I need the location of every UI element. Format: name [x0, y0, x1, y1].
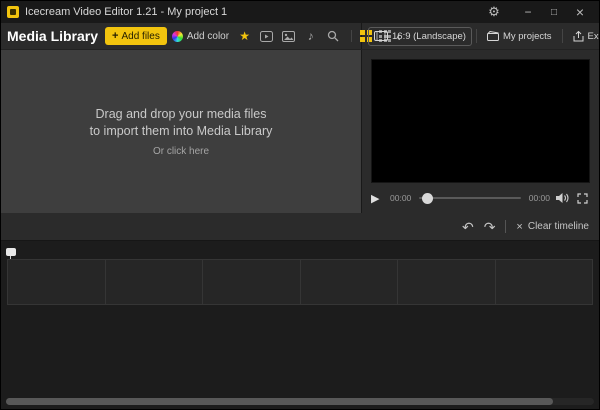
media-library-title: Media Library [7, 28, 99, 44]
clear-timeline-button[interactable]: × Clear timeline [516, 221, 589, 233]
timeline-scrollbar[interactable] [6, 398, 594, 405]
current-time: 00:00 [390, 193, 412, 203]
settings-gear-icon[interactable]: ⚙ [481, 1, 507, 23]
window-title: Icecream Video Editor 1.21 - My project … [25, 6, 228, 18]
window-controls: ⚙ − □ × [481, 1, 593, 23]
color-wheel-icon [171, 30, 183, 42]
app-logo-icon [7, 6, 19, 18]
maximize-button[interactable]: □ [541, 1, 567, 23]
dropzone-text: Drag and drop your media files [95, 106, 267, 121]
search-icon[interactable] [325, 28, 340, 45]
my-projects-label: My projects [502, 30, 552, 42]
timeline-area[interactable] [1, 241, 599, 409]
clear-x-icon: × [516, 220, 523, 233]
titlebar: Icecream Video Editor 1.21 - My project … [1, 1, 599, 23]
library-filter-tabs: ★ ♪ [237, 28, 340, 45]
add-files-label: Add files [121, 30, 160, 42]
header-separator [561, 29, 563, 43]
clear-timeline-label: Clear timeline [527, 221, 589, 232]
main-row: Drag and drop your media files to import… [1, 50, 599, 213]
playhead-handle[interactable] [6, 248, 16, 256]
video-filter-icon[interactable] [259, 28, 274, 45]
timeline-cell[interactable] [8, 260, 106, 304]
export-icon [573, 30, 584, 41]
timeline-cell[interactable] [398, 260, 496, 304]
favorites-star-icon[interactable]: ★ [237, 28, 252, 45]
media-library-header: Media Library + Add files Add color ★ ♪ [1, 23, 401, 49]
fullscreen-icon[interactable] [575, 192, 590, 204]
aspect-ratio-label: 16:9 (Landscape) [392, 30, 466, 42]
aspect-ratio-button[interactable]: 16:9 (Landscape) [368, 26, 472, 46]
scrollbar-thumb[interactable] [6, 398, 553, 405]
export-video-button[interactable]: Export video [567, 27, 599, 46]
export-video-label: Export video [587, 30, 599, 42]
undo-icon[interactable]: ↶ [462, 220, 474, 234]
music-filter-icon[interactable]: ♪ [303, 28, 318, 45]
add-files-button[interactable]: + Add files [105, 27, 167, 45]
app-window: Icecream Video Editor 1.21 - My project … [0, 0, 600, 410]
volume-icon[interactable] [555, 192, 570, 204]
play-button[interactable]: ▶ [371, 192, 385, 205]
timeline-cell[interactable] [203, 260, 301, 304]
dropzone-click-hint[interactable]: Or click here [153, 146, 209, 157]
add-color-button[interactable]: Add color [171, 27, 230, 45]
timeline-cell[interactable] [106, 260, 203, 304]
timeline-cell[interactable] [301, 260, 398, 304]
header-row: Media Library + Add files Add color ★ ♪ [1, 23, 599, 50]
minimize-button[interactable]: − [515, 1, 541, 23]
timeline-cell[interactable] [496, 260, 593, 304]
image-filter-icon[interactable] [281, 28, 296, 45]
plus-icon: + [112, 30, 119, 42]
add-color-label: Add color [186, 30, 230, 42]
seek-bar[interactable] [419, 192, 521, 204]
close-button[interactable]: × [567, 1, 593, 23]
timeline-toolbar: ↶ ↷ × Clear timeline [1, 213, 599, 241]
preview-panel: ▶ 00:00 00:00 [362, 50, 599, 213]
toolbar-separator [505, 220, 507, 233]
video-preview-screen [371, 59, 590, 183]
aspect-icon [374, 31, 388, 41]
my-projects-button[interactable]: My projects [481, 27, 558, 46]
playback-controls: ▶ 00:00 00:00 [362, 183, 599, 213]
total-time: 00:00 [528, 193, 550, 203]
media-dropzone[interactable]: Drag and drop your media files to import… [1, 50, 362, 213]
dropzone-text: to import them into Media Library [89, 123, 273, 138]
preview-header: 16:9 (Landscape) My projects Export vide… [362, 23, 599, 49]
header-separator [475, 29, 477, 43]
redo-icon[interactable]: ↷ [484, 220, 496, 234]
projects-icon [486, 31, 499, 41]
timeline-track[interactable] [7, 259, 593, 305]
seek-thumb[interactable] [422, 192, 434, 204]
